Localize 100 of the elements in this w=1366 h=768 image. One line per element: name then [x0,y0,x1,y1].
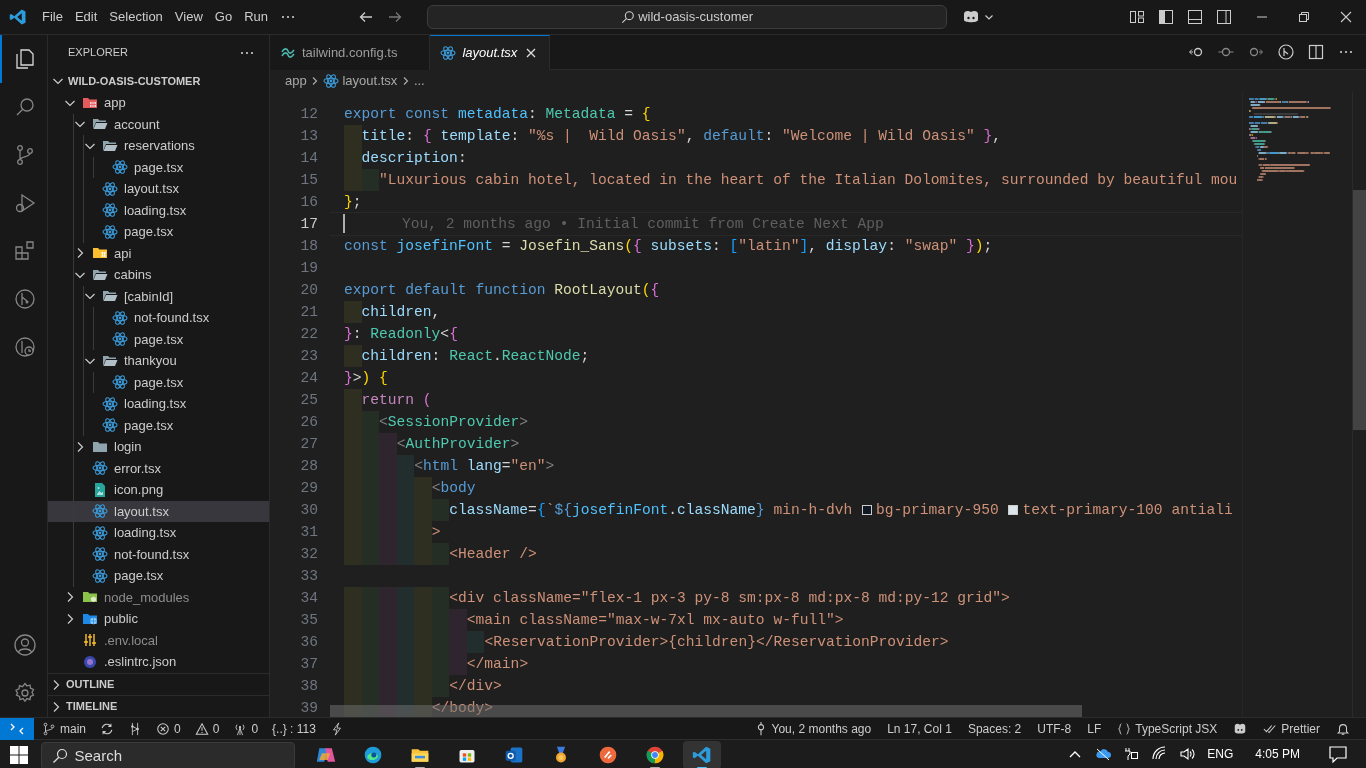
status-item[interactable]: Prettier [1257,717,1326,740]
sidebar-toggle-icon[interactable] [1158,9,1174,25]
forward-arrow-icon[interactable] [387,9,403,25]
sync-icon[interactable] [100,721,114,736]
start-icon[interactable] [9,745,29,765]
status-item[interactable]: 0 [188,717,226,740]
tree-item[interactable]: public [48,608,269,630]
status-item[interactable]: UTF-8 [1031,717,1078,740]
code-text: <SessionProvider> [379,412,528,432]
notification-icon[interactable] [1328,745,1348,763]
line-number: 24 [299,368,318,388]
code-text: <main className="max-w-7xl mx-auto w-full"> [466,610,844,630]
tree-item[interactable]: page.tsx [48,565,269,587]
line-number: 28 [299,456,318,476]
account-icon[interactable] [13,633,37,657]
tree-item[interactable]: account [48,113,269,135]
explorer-icon[interactable] [13,47,37,71]
status-item[interactable]: TypeScript JSX [1111,717,1224,740]
code-text: return ( [361,390,432,410]
menu-item[interactable]: Selection [103,5,169,29]
tree-item[interactable]: api [48,242,269,264]
react-icon [92,524,108,541]
status-item[interactable]: You, 2 months ago [747,717,878,740]
run-debug-icon[interactable] [13,191,37,215]
tree-item[interactable]: page.tsx [48,221,269,243]
restore-icon[interactable] [1298,11,1310,23]
section-header[interactable]: OUTLINE [48,673,269,695]
cloud-icon[interactable] [1095,746,1112,762]
remote-button[interactable] [0,717,34,740]
robot-icon[interactable] [1233,721,1248,736]
tree-item[interactable]: error.tsx [48,457,269,479]
tree-item[interactable]: not-found.tsx [48,543,269,565]
graph-icon[interactable] [128,721,142,736]
close-icon[interactable] [1340,11,1352,23]
status-item[interactable]: 0 [150,717,187,740]
tree-item[interactable]: loading.tsx [48,393,269,415]
status-item[interactable]: LF [1081,717,1108,740]
split-panel-icon[interactable] [1216,9,1232,25]
status-item[interactable]: main [36,717,92,740]
settings-icon[interactable] [13,681,37,705]
breadcrumb[interactable]: ... [413,71,425,91]
volume-icon[interactable] [1179,746,1196,762]
caret-icon[interactable] [984,12,995,22]
color-swatch[interactable] [1008,504,1019,515]
status-item[interactable]: Ln 17, Col 1 [881,717,958,740]
search-field[interactable]: Search [41,742,295,768]
tree-item[interactable]: thankyou [48,350,269,372]
robot-icon[interactable] [961,9,981,25]
language-indicator[interactable]: ENG [1207,745,1234,763]
branch-clock-icon[interactable] [13,335,37,359]
antenna-icon [233,721,248,736]
tree-item[interactable]: app [48,92,269,114]
menu-item[interactable]: Run [238,5,274,29]
scrollbar-thumb[interactable] [1353,189,1366,430]
menu-item[interactable]: View [168,5,209,29]
bell-icon[interactable] [1336,721,1350,736]
tree-item[interactable]: page.tsx [48,371,269,393]
menu-item[interactable]: File [36,5,69,29]
tree-item[interactable]: loading.tsx [48,199,269,221]
editor-tab[interactable]: tailwind.config.ts [270,35,431,70]
tree-item[interactable]: icon.png [48,479,269,501]
tree-item[interactable]: not-found.tsx [48,307,269,329]
status-item[interactable]: {..} : 113 [266,717,322,740]
code-text: <div className="flex-1 px-3 py-8 sm:px-8 md:px-8 md:py-12 grid"> [449,588,1010,608]
tree-item[interactable]: page.tsx [48,414,269,436]
wifi-icon[interactable] [1151,746,1168,762]
split-editor-icon[interactable] [1308,44,1324,60]
breadcrumb[interactable]: layout.tsx [342,71,398,91]
editor-tab[interactable]: layout.tsx [430,35,551,70]
tree-item[interactable]: reservations [48,135,269,157]
workspace-folder[interactable]: WILD-OASIS-CUSTOMER [48,70,269,92]
tree-item[interactable]: page.tsx [48,328,269,350]
tree-item[interactable]: [cabinId] [48,285,269,307]
breadcrumb[interactable]: app [285,71,307,91]
tree-item[interactable]: .eslintrc.json [48,651,269,673]
clock[interactable]: 4:05 PM [1255,745,1300,763]
code-text: const josefinFont = Josefin_Sans({ subsets: ["latin"], display: "swap" }); [344,236,993,256]
branch-circle-icon[interactable] [1278,44,1294,60]
menu-item[interactable]: Edit [68,5,104,29]
tree-item[interactable]: layout.tsx [48,500,269,522]
extensions-icon[interactable] [13,239,37,263]
tree-item[interactable]: cabins [48,264,269,286]
status-item[interactable]: 0 [227,717,265,740]
tree-item[interactable]: page.tsx [48,156,269,178]
tree-item[interactable]: login [48,436,269,458]
line-number: 16 [299,192,318,212]
tree-item[interactable]: .env.local [48,629,269,651]
branch-circle-icon[interactable] [13,287,37,311]
back-arrow-icon[interactable] [358,9,374,25]
workspace-name: wild-oasis-customer [638,8,754,27]
tree-item[interactable]: loading.tsx [48,522,269,544]
tree-item[interactable]: node_modules [48,586,269,608]
command-center[interactable]: wild-oasis-customer [427,5,947,29]
layout-icon[interactable] [1129,9,1145,25]
menu-item[interactable]: Go [208,5,239,29]
panel-toggle-icon[interactable] [1187,9,1203,25]
tree-item[interactable]: layout.tsx [48,178,269,200]
color-swatch[interactable] [862,504,872,515]
battery-plug-icon[interactable] [1123,746,1140,762]
status-item[interactable]: Spaces: 2 [961,717,1028,740]
